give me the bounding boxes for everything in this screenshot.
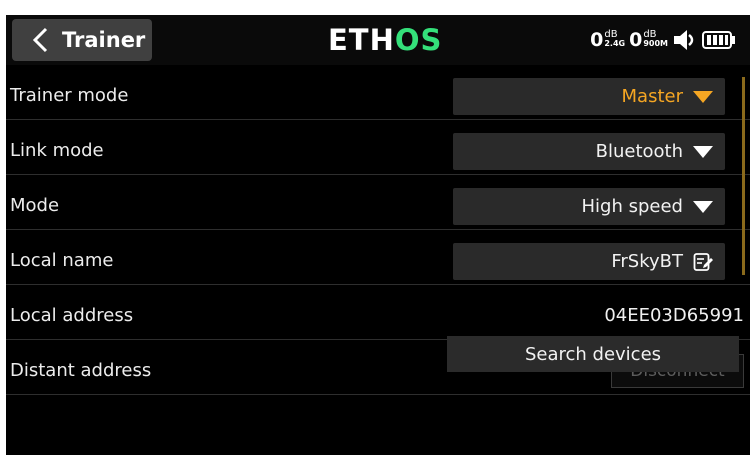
scrollbar[interactable]	[742, 77, 745, 275]
bezel-top	[0, 0, 753, 15]
setting-row-link-mode: Link mode Bluetooth	[6, 128, 750, 175]
screen: Trainer ETHOS 0 dB 2.4G 0 dB 900M Traine…	[0, 0, 753, 455]
distant-address-label: Distant address	[10, 360, 152, 381]
rssi-900m-unit: dB	[643, 29, 657, 40]
local-address-value: 04EE03D65991	[604, 305, 744, 326]
logo-text-eth: ETH	[328, 23, 395, 57]
rssi-900m-value: 0	[629, 29, 643, 51]
rssi-2g4-band: 2.4G	[604, 39, 626, 48]
setting-row-trainer-mode: Trainer mode Master	[6, 73, 750, 120]
battery-full-icon	[702, 31, 735, 49]
setting-row-local-name: Local name FrSkyBT	[6, 238, 750, 285]
dropdown-arrow-icon	[693, 200, 713, 213]
local-name-value: FrSkyBT	[611, 251, 683, 272]
setting-row-mode: Mode High speed	[6, 183, 750, 230]
back-button[interactable]: Trainer	[12, 19, 152, 61]
trainer-mode-value: Master	[621, 86, 683, 107]
dropdown-arrow-icon	[693, 90, 713, 103]
logo-text-os: OS	[394, 23, 443, 57]
link-mode-value: Bluetooth	[595, 141, 683, 162]
rssi-900m-band: 900M	[643, 39, 668, 48]
mode-value: High speed	[581, 196, 683, 217]
header-bar: Trainer ETHOS 0 dB 2.4G 0 dB 900M	[6, 15, 750, 65]
rssi-2g4-value: 0	[590, 29, 604, 51]
link-mode-dropdown[interactable]: Bluetooth	[453, 133, 725, 170]
chevron-left-icon	[32, 27, 48, 53]
page-title: Trainer	[62, 28, 146, 52]
mode-label: Mode	[10, 195, 60, 216]
search-devices-button[interactable]: Search devices	[447, 336, 739, 372]
rssi-2g4: 0 dB 2.4G	[590, 29, 626, 51]
status-area[interactable]: 0 dB 2.4G 0 dB 900M	[590, 23, 736, 57]
local-address-label: Local address	[10, 305, 134, 326]
speaker-icon	[674, 30, 694, 50]
rssi-2g4-unit: dB	[604, 29, 618, 40]
link-mode-label: Link mode	[10, 140, 104, 161]
trainer-mode-label: Trainer mode	[10, 85, 129, 106]
rssi-900m: 0 dB 900M	[629, 29, 668, 51]
dropdown-arrow-icon	[693, 145, 713, 158]
setting-row-local-address: Local address 04EE03D65991	[6, 293, 750, 340]
trainer-mode-dropdown[interactable]: Master	[453, 78, 725, 115]
ethos-logo: ETHOS	[328, 25, 442, 55]
edit-icon	[693, 252, 713, 271]
local-name-label: Local name	[10, 250, 114, 271]
local-name-field[interactable]: FrSkyBT	[453, 243, 725, 280]
mode-dropdown[interactable]: High speed	[453, 188, 725, 225]
